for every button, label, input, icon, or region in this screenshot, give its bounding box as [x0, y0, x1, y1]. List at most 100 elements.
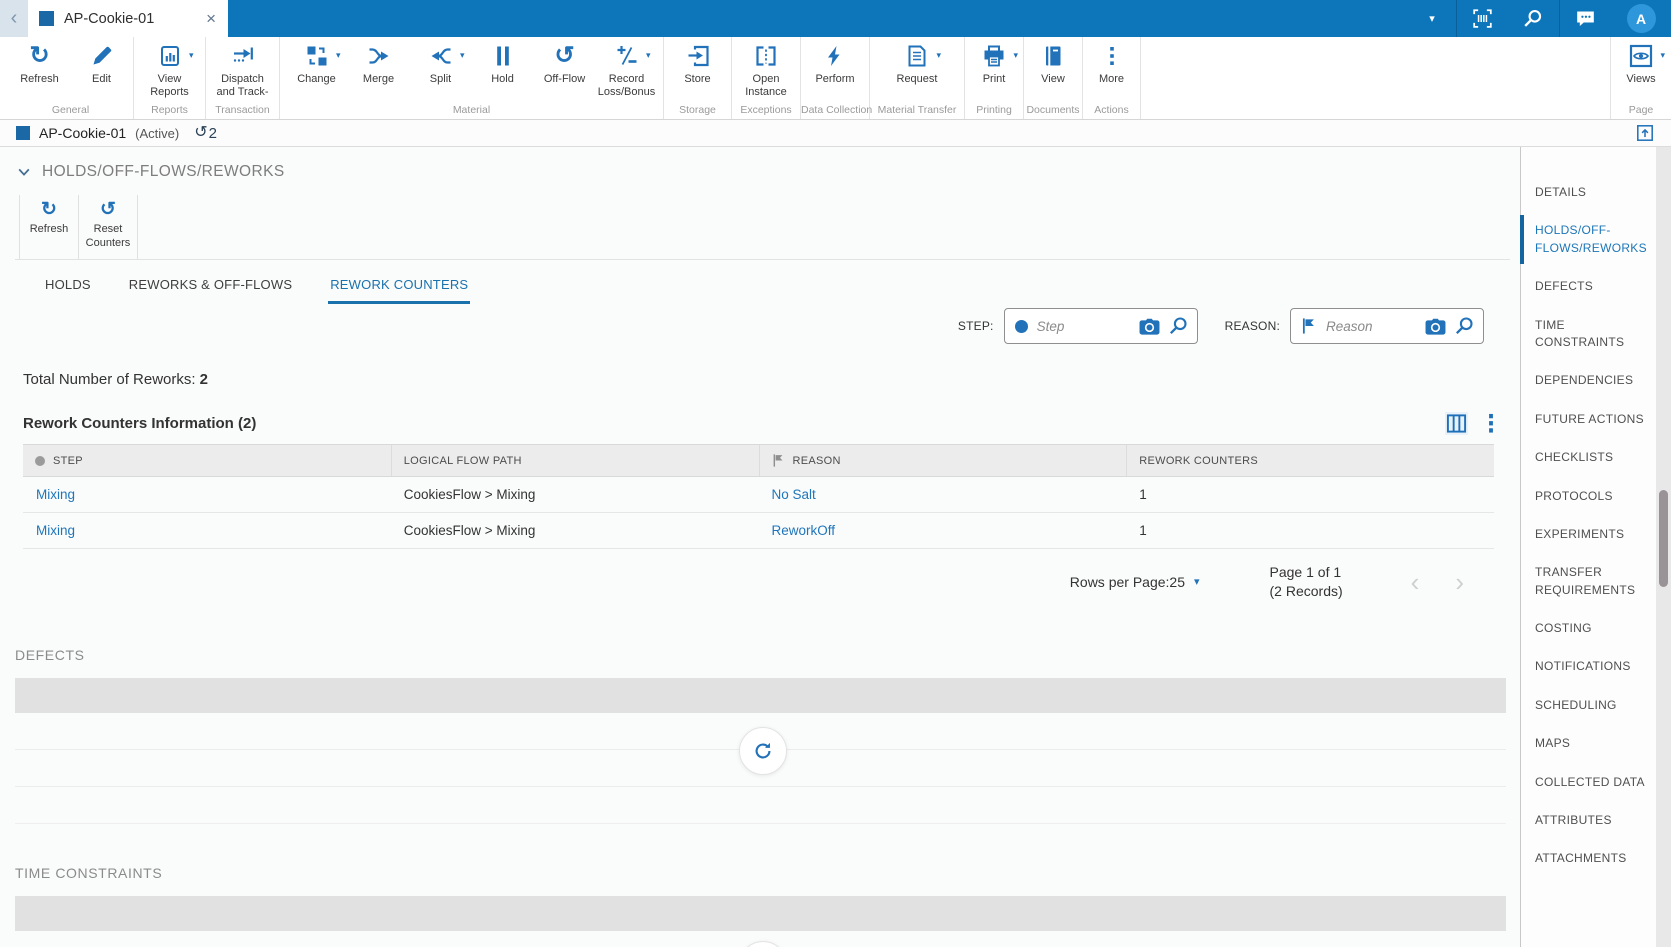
edit-button[interactable]: Edit [71, 42, 133, 103]
dispatch-and-track-button[interactable]: Dispatch and Track- [212, 42, 274, 103]
reason-filter-label: REASON: [1224, 319, 1280, 333]
reason-link[interactable]: No Salt [759, 487, 1127, 502]
split-arrows-icon: ▾ [429, 42, 465, 70]
reason-filter-input[interactable] [1324, 317, 1417, 335]
sidebar-item-holds-off-flows-reworks[interactable]: HOLDS/OFF-FLOWS/REWORKS [1520, 215, 1656, 264]
sidebar-item-experiments[interactable]: EXPERIMENTS [1521, 526, 1656, 543]
view-documents-button[interactable]: View [1024, 42, 1082, 103]
ribbon-group-documents: View Documents [1024, 37, 1083, 119]
tab-holds[interactable]: HOLDS [43, 277, 93, 304]
reset-counters-button[interactable]: ↺ Reset Counters [78, 195, 138, 259]
step-icon [1014, 319, 1028, 333]
sidebar-item-scheduling[interactable]: SCHEDULING [1521, 697, 1656, 714]
expand-panel-button[interactable] [1636, 124, 1654, 142]
filters-row: STEP: REASON: [15, 308, 1484, 344]
step-filter-input[interactable] [1034, 317, 1131, 335]
sidebar-item-maps[interactable]: MAPS [1521, 735, 1656, 752]
total-reworks-value: 2 [199, 371, 208, 388]
print-button[interactable]: ▾ Print [965, 42, 1023, 103]
search-button[interactable] [1508, 0, 1560, 37]
split-button[interactable]: ▾ Split [410, 42, 472, 103]
sidebar-item-checklists[interactable]: CHECKLISTS [1521, 449, 1656, 466]
sidebar-item-protocols[interactable]: PROTOCOLS [1521, 488, 1656, 505]
request-button[interactable]: ▾ Request [886, 42, 948, 103]
dropdown-caret-icon: ▾ [1660, 50, 1665, 60]
step-search-button[interactable] [1168, 316, 1188, 336]
barcode-scan-button[interactable] [1457, 0, 1508, 37]
reason-search-button[interactable] [1454, 316, 1474, 336]
change-button[interactable]: ▾ Change [286, 42, 348, 103]
reason-link[interactable]: ReworkOff [759, 523, 1127, 538]
sidebar-item-attributes[interactable]: ATTRIBUTES [1521, 812, 1656, 829]
tab-rework-counters[interactable]: REWORK COUNTERS [328, 277, 471, 304]
undo-icon: ↺ [194, 124, 208, 141]
topbar-dropdown-button[interactable]: ▾ [1408, 0, 1457, 37]
more-button[interactable]: More [1083, 42, 1140, 103]
ribbon-group-reports: ▾ View Reports Reports [134, 37, 206, 119]
off-flow-button[interactable]: ↺ Off-Flow [534, 42, 596, 103]
vertical-scrollbar[interactable] [1656, 147, 1671, 947]
messages-button[interactable] [1560, 0, 1611, 37]
collapse-chevron-icon[interactable] [17, 165, 31, 179]
reason-scan-button[interactable] [1424, 317, 1447, 336]
column-header-logical-flow-path[interactable]: LOGICAL FLOW PATH [390, 445, 759, 476]
document-tab[interactable]: AP-Cookie-01 × [28, 0, 228, 37]
sidebar-item-costing[interactable]: COSTING [1521, 620, 1656, 637]
sidebar-item-time-constraints[interactable]: TIME CONSTRAINTS [1521, 317, 1656, 352]
group-label: Exceptions [740, 104, 792, 116]
merge-button[interactable]: Merge [348, 42, 410, 103]
store-button[interactable]: Store [667, 42, 729, 103]
open-instance-button[interactable]: Open Instance [735, 42, 797, 103]
column-header-reason[interactable]: REASON [758, 445, 1127, 476]
hold-button[interactable]: Hold [472, 42, 534, 103]
sidebar-item-notifications[interactable]: NOTIFICATIONS [1521, 658, 1656, 675]
column-header-step[interactable]: STEP [23, 445, 391, 476]
reset-icon: ↺ [100, 199, 116, 220]
section-refresh-button[interactable]: ↻ Refresh [19, 195, 78, 259]
time-constraints-section: TIME CONSTRAINTS [15, 865, 1510, 947]
defects-section-title: DEFECTS [15, 646, 85, 663]
step-link[interactable]: Mixing [23, 523, 391, 538]
undo-count: 2 [208, 124, 217, 142]
step-link[interactable]: Mixing [23, 487, 391, 502]
tab-reworks-off-flows[interactable]: REWORKS & OFF-FLOWS [127, 277, 294, 304]
scrollbar-thumb[interactable] [1659, 490, 1668, 587]
ribbon-group-storage: Store Storage [664, 37, 732, 119]
report-chart-icon: ▾ [158, 42, 194, 70]
table-title-row: Rework Counters Information (2) [23, 411, 1494, 435]
sidebar-item-attachments[interactable]: ATTACHMENTS [1521, 850, 1656, 867]
ribbon-group-general: ↻ Refresh Edit General [8, 37, 134, 119]
rows-per-page-dropdown[interactable]: Rows per Page:25 ▾ [1070, 574, 1200, 590]
perform-button[interactable]: Perform [804, 42, 866, 103]
sidebar-item-transfer-requirements[interactable]: TRANSFER REQUIREMENTS [1521, 564, 1656, 599]
dropdown-caret-icon: ▾ [645, 50, 651, 60]
step-scan-button[interactable] [1138, 317, 1161, 336]
table-header-row: STEP LOGICAL FLOW PATH REASON REWORK COU… [23, 444, 1494, 477]
avatar: A [1626, 4, 1656, 33]
step-icon [35, 455, 45, 466]
dropdown-caret-icon: ▾ [936, 50, 941, 60]
previous-page-button[interactable]: ‹ [1411, 569, 1420, 595]
user-menu-button[interactable]: A [1611, 0, 1671, 37]
back-button[interactable]: ‹ [0, 0, 28, 37]
column-header-rework-counters[interactable]: REWORK COUNTERS [1126, 445, 1494, 476]
table-row: Mixing CookiesFlow > Mixing No Salt 1 [23, 477, 1494, 513]
sidebar-item-future-actions[interactable]: FUTURE ACTIONS [1521, 411, 1656, 428]
rework-counter-cell: 1 [1139, 523, 1147, 538]
views-button[interactable]: ▾ Views [1611, 42, 1671, 103]
undo-counter[interactable]: ↺ 2 [194, 125, 217, 142]
sidebar-item-dependencies[interactable]: DEPENDENCIES [1521, 372, 1656, 389]
sidebar-item-details[interactable]: DETAILS [1521, 184, 1656, 201]
column-settings-button[interactable] [1445, 411, 1468, 435]
refresh-button[interactable]: ↻ Refresh [9, 42, 71, 103]
record-loss-bonus-button[interactable]: ▾ Record Loss/Bonus [596, 42, 658, 103]
close-tab-icon[interactable]: × [206, 10, 216, 27]
next-page-button[interactable]: › [1455, 569, 1464, 595]
table-menu-button[interactable] [1488, 413, 1494, 434]
sidebar-item-defects[interactable]: DEFECTS [1521, 278, 1656, 295]
sidebar-item-collected-data[interactable]: COLLECTED DATA [1521, 774, 1656, 791]
view-reports-button[interactable]: ▾ View Reports [139, 42, 201, 103]
ribbon-group-exceptions: Open Instance Exceptions [732, 37, 801, 119]
chevron-down-icon: ▾ [1193, 576, 1200, 589]
pencil-icon [90, 42, 114, 70]
